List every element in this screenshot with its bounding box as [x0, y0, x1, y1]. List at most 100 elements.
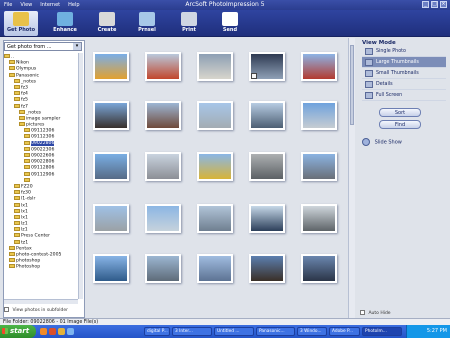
tree-item-label: 09112306 — [31, 134, 55, 140]
photo-thumbnail[interactable] — [93, 52, 129, 81]
start-button[interactable]: start — [0, 325, 36, 338]
folder-icon — [14, 103, 20, 108]
slide-show-button[interactable]: Slide Show — [362, 138, 402, 146]
photo-image — [147, 54, 179, 79]
maximize-icon[interactable]: □ — [431, 1, 438, 8]
photo-thumbnail[interactable] — [301, 52, 337, 81]
view-mode-item[interactable]: Small Thumbnails — [362, 68, 446, 79]
folder-icon — [14, 183, 20, 188]
media-player-icon[interactable] — [58, 328, 65, 335]
minimize-icon[interactable]: _ — [422, 1, 429, 8]
tree-item-label: .. — [11, 54, 14, 60]
photo-thumbnail[interactable] — [249, 204, 285, 233]
tree-item-label: l1-dslr — [21, 196, 36, 202]
tree-item[interactable]: Photoshop — [4, 264, 78, 270]
scrollbar-thumb[interactable] — [350, 45, 354, 125]
photo-image — [303, 256, 335, 281]
taskbar-button[interactable]: Untitled ... — [214, 327, 254, 336]
sort-button[interactable]: Sort — [379, 108, 421, 117]
windows-logo-icon — [2, 328, 8, 334]
folder-icon — [14, 221, 20, 226]
photo-thumbnail[interactable] — [249, 52, 285, 81]
taskbar-button[interactable]: Panasonic... — [256, 327, 295, 336]
photo-thumbnail[interactable] — [249, 101, 285, 130]
tree-item-label: lz1 — [21, 221, 28, 227]
folder-icon — [9, 66, 15, 71]
view-mode-item[interactable]: Full Screen — [362, 90, 446, 101]
photo-thumbnail[interactable] — [197, 254, 233, 283]
photo-thumbnail[interactable] — [249, 254, 285, 283]
photo-thumbnail[interactable] — [145, 204, 181, 233]
photo-image — [251, 256, 283, 281]
photo-thumbnail[interactable] — [93, 254, 129, 283]
toolbar-print[interactable]: Print — [172, 11, 206, 36]
tree-item-label: tz1 — [21, 240, 29, 246]
close-icon[interactable]: × — [440, 1, 447, 8]
photo-thumbnail[interactable] — [301, 101, 337, 130]
photo-thumbnail[interactable] — [301, 204, 337, 233]
toolbar-send[interactable]: Send — [213, 11, 247, 36]
photo-thumbnail[interactable] — [93, 101, 129, 130]
folder-icon — [14, 233, 20, 238]
folder-tree-vertical-scrollbar[interactable] — [78, 53, 83, 299]
browser-icon[interactable] — [40, 328, 47, 335]
taskbar-button[interactable]: Adobe P... — [329, 327, 360, 336]
taskbar-button[interactable]: 3 Inter... — [172, 327, 212, 336]
toolbar-get-photo[interactable]: Get Photo — [4, 11, 38, 36]
view-mode-label: Details — [376, 82, 393, 87]
photo-thumbnail[interactable] — [301, 254, 337, 283]
tree-item-label: lx1 — [21, 203, 28, 208]
folder-tree-horizontal-scrollbar[interactable] — [4, 299, 78, 304]
photo-thumbnail[interactable] — [249, 152, 285, 181]
chevron-down-icon[interactable]: ▾ — [73, 43, 81, 50]
thumbnail-grid-scrollbar[interactable] — [348, 38, 355, 318]
auto-hide-checkbox[interactable] — [360, 310, 365, 315]
view-subfolder-checkbox[interactable] — [4, 307, 9, 312]
photo-thumbnail[interactable] — [197, 204, 233, 233]
photo-thumbnail[interactable] — [197, 152, 233, 181]
toolbar-create-label: Create — [97, 27, 117, 33]
tree-item-label: fz30 — [21, 190, 31, 196]
photo-thumbnail[interactable] — [197, 101, 233, 130]
toolbar-enhance[interactable]: Enhance — [48, 11, 82, 36]
view-mode-item[interactable]: Details — [362, 79, 446, 90]
folder-icon — [14, 239, 20, 244]
taskbar-button[interactable]: PhotoIm... — [362, 327, 402, 336]
view-subfolder-option[interactable]: View photos in subfolder — [4, 307, 68, 313]
folder-icon — [9, 60, 15, 65]
folder-icon — [24, 165, 30, 170]
toolbar-create[interactable]: Create — [90, 11, 124, 36]
view-mode-item[interactable]: Large Thumbnails — [362, 57, 446, 68]
photo-thumbnail[interactable] — [145, 101, 181, 130]
view-mode-label: Small Thumbnails — [376, 71, 419, 76]
tree-item-label: Olympus — [16, 66, 37, 72]
photo-image — [303, 206, 335, 231]
title-bar: File View Internet Help ArcSoft PhotoImp… — [0, 0, 450, 10]
view-mode-item[interactable]: Single Photo — [362, 46, 446, 57]
find-button[interactable]: Find — [379, 120, 421, 129]
photo-image — [95, 54, 127, 79]
firefox-icon[interactable] — [49, 328, 56, 335]
photo-image — [147, 154, 179, 179]
show-desktop-icon[interactable] — [67, 328, 74, 335]
tree-item-label: 09022606 — [31, 153, 55, 159]
toolbar-prnsel[interactable]: Prnsel — [130, 11, 164, 36]
taskbar-button[interactable]: 3 Windo... — [297, 327, 327, 336]
photo-thumbnail[interactable] — [145, 254, 181, 283]
photo-image — [251, 103, 283, 128]
photo-thumbnail[interactable] — [301, 152, 337, 181]
taskbar-button[interactable]: digital P... — [144, 327, 170, 336]
toolbar-enhance-label: Enhance — [53, 27, 77, 33]
photo-thumbnail[interactable] — [93, 204, 129, 233]
tree-item-label: Nikon — [16, 60, 29, 66]
photo-thumbnail[interactable] — [197, 52, 233, 81]
auto-hide-option[interactable]: Auto Hide — [360, 310, 391, 316]
photo-thumbnail[interactable] — [145, 152, 181, 181]
photo-image — [147, 206, 179, 231]
photo-thumbnail[interactable] — [93, 152, 129, 181]
photo-thumbnail[interactable] — [145, 52, 181, 81]
tree-item-label: FZ20 — [21, 184, 33, 190]
folder-icon — [14, 208, 20, 213]
folder-source-select[interactable]: Get photo from ... ▾ — [4, 42, 82, 51]
photo-image — [95, 206, 127, 231]
